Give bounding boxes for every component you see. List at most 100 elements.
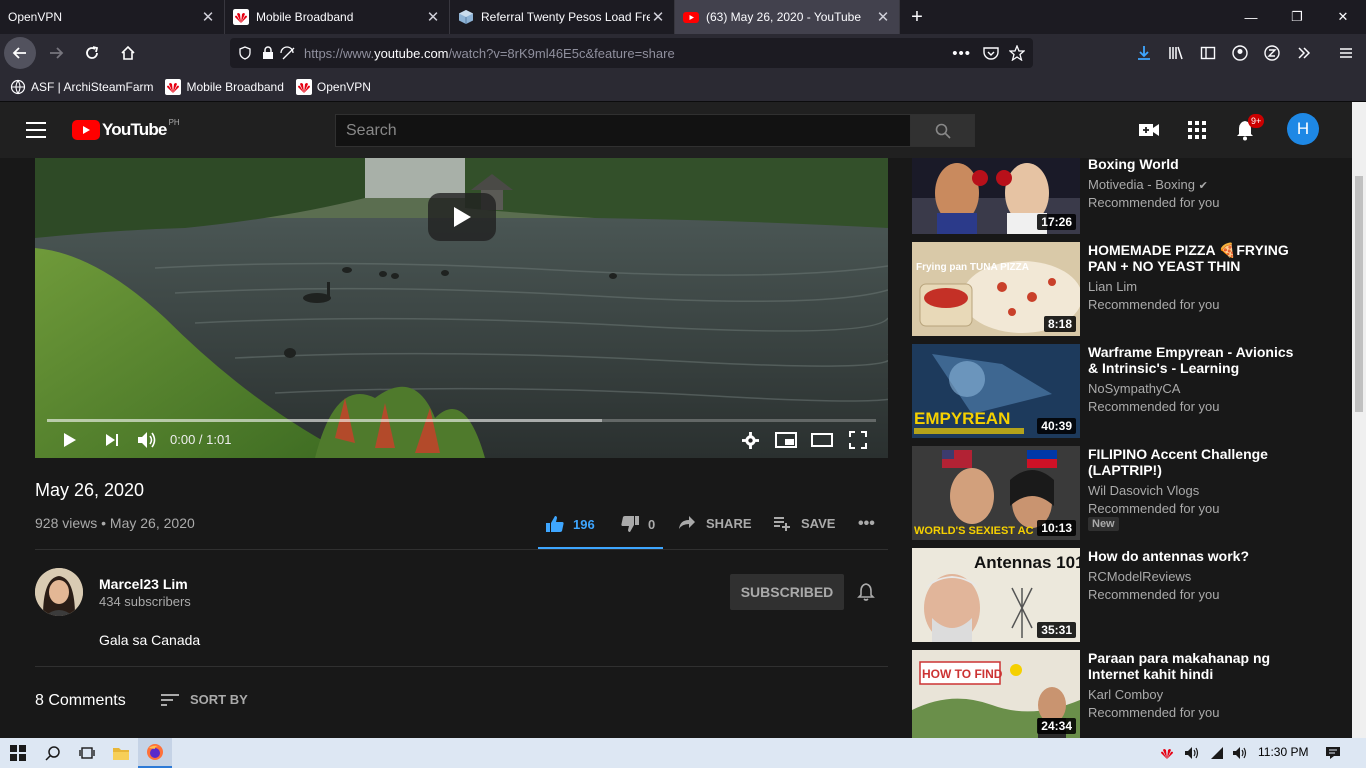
- more-actions-button[interactable]: •••: [858, 515, 875, 533]
- sidebar-button[interactable]: [1192, 37, 1224, 69]
- tray-volume-icon[interactable]: [1231, 745, 1249, 761]
- save-button[interactable]: SAVE: [773, 515, 835, 531]
- sort-by-button[interactable]: SORT BY: [160, 692, 248, 707]
- recommendation-item[interactable]: 17:26 Boxing World Motivedia - Boxing ✔ …: [912, 140, 1348, 234]
- bookmark-mobile-broadband[interactable]: Mobile Broadband: [165, 78, 284, 95]
- video-title[interactable]: Paraan para makahanap ng Internet kahit …: [1088, 650, 1298, 682]
- apps-button[interactable]: [1185, 118, 1209, 142]
- channel-name[interactable]: Karl Comboy: [1088, 687, 1163, 702]
- tab-referral[interactable]: Referral Twenty Pesos Load Free ✕: [450, 0, 675, 34]
- search-taskbar-button[interactable]: [36, 738, 70, 768]
- big-play-button[interactable]: [428, 193, 496, 241]
- video-thumbnail[interactable]: HOW TO FIND 24:34: [912, 650, 1080, 738]
- permissions-icon[interactable]: [280, 46, 296, 60]
- recommendation-item[interactable]: WORLD'S SEXIEST AC 10:13 FILIPINO Accent…: [912, 446, 1348, 540]
- theater-mode-button[interactable]: [811, 430, 833, 450]
- subscribe-button[interactable]: SUBSCRIBED: [730, 574, 844, 610]
- task-view-button[interactable]: [70, 738, 104, 768]
- page-actions-icon[interactable]: •••: [952, 45, 971, 62]
- back-button[interactable]: [4, 37, 36, 69]
- next-button[interactable]: [102, 430, 122, 450]
- tab-mobile-broadband[interactable]: Mobile Broadband ✕: [225, 0, 450, 34]
- home-button[interactable]: [112, 37, 144, 69]
- start-button[interactable]: [0, 738, 36, 768]
- tab-youtube[interactable]: (63) May 26, 2020 - YouTube ✕: [675, 0, 900, 34]
- url-bar[interactable]: https://www. youtube.com/watch?v=8rK9ml46…: [230, 38, 1033, 68]
- thumb-text: WORLD'S SEXIEST AC: [914, 525, 1034, 537]
- recommendation-item[interactable]: EMPYREAN 40:39 Warframe Empyrean - Avion…: [912, 344, 1348, 438]
- video-title[interactable]: How do antennas work?: [1088, 548, 1298, 564]
- taskbar-clock[interactable]: 11:30 PM: [1258, 745, 1308, 759]
- video-title[interactable]: Boxing World: [1088, 156, 1298, 172]
- firefox-taskbar-button[interactable]: [138, 738, 172, 768]
- close-window-button[interactable]: ✕: [1320, 0, 1366, 34]
- new-tab-button[interactable]: +: [900, 0, 934, 34]
- page-scrollbar[interactable]: [1352, 102, 1366, 738]
- miniplayer-button[interactable]: [775, 430, 797, 450]
- close-icon[interactable]: ✕: [200, 8, 216, 26]
- restore-button[interactable]: ❐: [1274, 0, 1320, 34]
- guide-menu-icon[interactable]: [26, 122, 46, 138]
- play-button[interactable]: [60, 430, 80, 450]
- video-title[interactable]: Warframe Empyrean - Avionics & Intrinsic…: [1088, 344, 1298, 376]
- video-thumbnail[interactable]: Antennas 101 35:31: [912, 548, 1080, 642]
- bookmark-asf[interactable]: ASF | ArchiSteamFarm: [10, 79, 153, 95]
- search-input[interactable]: Search: [335, 114, 911, 147]
- extension-icon: [1264, 45, 1280, 61]
- minimize-button[interactable]: —: [1228, 0, 1274, 34]
- notification-bell-button[interactable]: [857, 582, 875, 607]
- lock-icon[interactable]: [262, 46, 274, 60]
- extension-button[interactable]: [1256, 37, 1288, 69]
- video-thumbnail[interactable]: Frying pan TUNA PIZZA 8:18: [912, 242, 1080, 336]
- mute-button[interactable]: [136, 430, 158, 450]
- tray-wifi-icon[interactable]: [1208, 745, 1226, 761]
- divider: [35, 549, 888, 550]
- dislike-button[interactable]: 0: [620, 515, 655, 533]
- video-thumbnail[interactable]: EMPYREAN 40:39: [912, 344, 1080, 438]
- pocket-icon[interactable]: [983, 46, 999, 60]
- file-explorer-button[interactable]: [104, 738, 138, 768]
- recommendation-item[interactable]: Antennas 101 35:31 How do antennas work?…: [912, 548, 1348, 642]
- tray-speaker-icon[interactable]: [1183, 745, 1201, 761]
- channel-name[interactable]: NoSympathyCA: [1088, 381, 1180, 396]
- share-button[interactable]: SHARE: [678, 515, 752, 531]
- video-title[interactable]: FILIPINO Accent Challenge (LAPTRIP!): [1088, 446, 1298, 478]
- downloads-button[interactable]: [1128, 37, 1160, 69]
- channel-avatar[interactable]: [35, 568, 83, 616]
- recommendation-item[interactable]: HOW TO FIND 24:34 Paraan para makahanap …: [912, 650, 1348, 738]
- account-button[interactable]: [1224, 37, 1256, 69]
- video-title[interactable]: HOMEMADE PIZZA 🍕FRYING PAN + NO YEAST TH…: [1088, 242, 1298, 274]
- shield-icon[interactable]: [238, 46, 252, 60]
- video-thumbnail[interactable]: WORLD'S SEXIEST AC 10:13: [912, 446, 1080, 540]
- settings-button[interactable]: [740, 430, 760, 450]
- video-thumbnail[interactable]: 17:26: [912, 158, 1080, 234]
- recommended-label: Recommended for you: [1088, 399, 1220, 414]
- create-video-button[interactable]: [1137, 118, 1161, 142]
- youtube-logo[interactable]: YouTube PH: [72, 118, 180, 140]
- close-icon[interactable]: ✕: [875, 8, 891, 26]
- recommendation-item[interactable]: Frying pan TUNA PIZZA 8:18 HOMEMADE PIZZ…: [912, 242, 1348, 336]
- scrollbar-thumb[interactable]: [1355, 176, 1363, 412]
- like-button[interactable]: 196: [545, 515, 595, 533]
- menu-button[interactable]: [1330, 37, 1362, 69]
- channel-name[interactable]: Wil Dasovich Vlogs: [1088, 483, 1199, 498]
- channel-name[interactable]: RCModelReviews: [1088, 569, 1191, 584]
- video-duration: 8:18: [1043, 316, 1076, 332]
- tray-huawei-icon[interactable]: [1158, 745, 1176, 761]
- action-center-icon[interactable]: [1324, 745, 1342, 761]
- channel-name[interactable]: Marcel23 Lim: [99, 576, 188, 592]
- bookmark-openvpn[interactable]: OpenVPN: [295, 78, 371, 95]
- tab-openvpn[interactable]: OpenVPN ✕: [0, 0, 225, 34]
- close-icon[interactable]: ✕: [425, 8, 441, 26]
- forward-button[interactable]: [40, 37, 72, 69]
- star-icon[interactable]: [1009, 45, 1025, 61]
- overflow-button[interactable]: [1288, 37, 1320, 69]
- fullscreen-button[interactable]: [848, 430, 868, 450]
- library-button[interactable]: [1160, 37, 1192, 69]
- reload-button[interactable]: [76, 37, 108, 69]
- channel-name[interactable]: Motivedia - Boxing ✔: [1088, 177, 1208, 192]
- channel-name[interactable]: Lian Lim: [1088, 279, 1137, 294]
- firefox-icon: [147, 744, 163, 760]
- playlist-add-icon: [774, 517, 790, 531]
- close-icon[interactable]: ✕: [650, 8, 666, 26]
